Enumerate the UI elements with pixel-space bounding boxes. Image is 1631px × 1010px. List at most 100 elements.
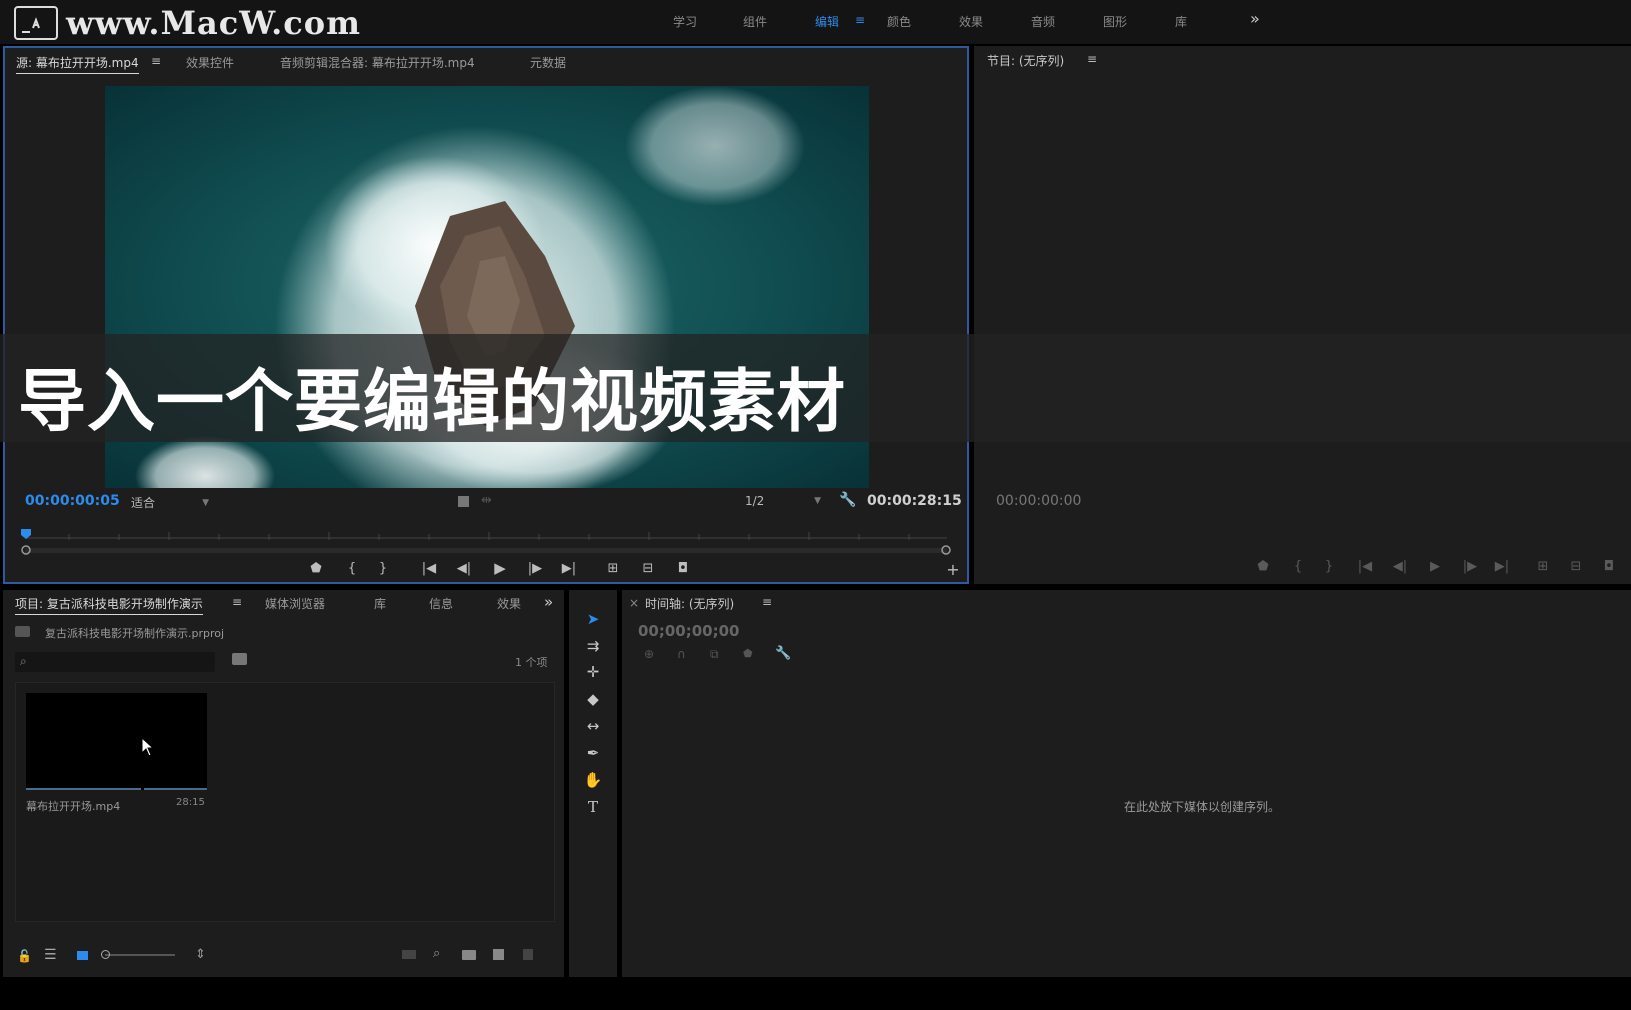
watermark-text: www.MacW.com: [66, 4, 361, 42]
workspace-color[interactable]: 颜色: [887, 13, 911, 30]
close-icon[interactable]: ×: [629, 596, 639, 610]
clip-thumbnail-progress-tail: [144, 788, 207, 790]
tab-libraries[interactable]: 库: [374, 595, 386, 612]
clip-name[interactable]: 幕布拉开开场.mp4: [26, 798, 120, 814]
mark-out-icon[interactable]: }: [372, 559, 394, 577]
workspace-effects[interactable]: 效果: [959, 13, 983, 30]
zoom-slider-handle[interactable]: [101, 950, 110, 959]
lift-icon[interactable]: ⊞: [1532, 557, 1554, 575]
tab-program[interactable]: 节目: (无序列): [987, 52, 1064, 69]
workspace-menu-icon[interactable]: ≡: [855, 13, 865, 27]
step-forward-icon[interactable]: |▶: [1459, 557, 1481, 575]
workspace-editing[interactable]: 编辑: [815, 13, 839, 30]
source-current-timecode[interactable]: 00:00:00:05: [25, 493, 120, 509]
go-to-out-icon[interactable]: ▶|: [558, 559, 580, 577]
tab-timeline[interactable]: 时间轴: (无序列): [645, 595, 734, 612]
timeline-panel-menu-icon[interactable]: ≡: [762, 595, 772, 609]
workspace-graphics[interactable]: 图形: [1103, 13, 1127, 30]
project-search-input[interactable]: ⌕: [15, 652, 215, 672]
tutorial-caption: 导入一个要编辑的视频素材: [18, 363, 847, 442]
go-to-in-icon[interactable]: |◀: [1354, 557, 1376, 575]
step-forward-icon[interactable]: |▶: [524, 559, 546, 577]
automate-to-sequence-icon[interactable]: [402, 950, 416, 959]
program-panel-menu-icon[interactable]: ≡: [1087, 52, 1097, 66]
workspace-learn[interactable]: 学习: [673, 13, 697, 30]
source-panel-menu-icon[interactable]: ≡: [151, 54, 161, 68]
razor-tool-icon[interactable]: ◆: [581, 689, 605, 709]
new-bin-from-search-icon[interactable]: [232, 653, 247, 665]
sort-icon[interactable]: ⇕: [195, 947, 206, 962]
find-icon[interactable]: ⌕: [433, 946, 440, 961]
tab-project[interactable]: 项目: 复古派科技电影开场制作演示: [15, 595, 203, 615]
export-frame-camera-icon[interactable]: ◘: [672, 559, 694, 577]
item-count: 1 个项: [515, 656, 548, 669]
hand-tool-icon[interactable]: ✋: [581, 770, 605, 790]
trash-icon[interactable]: [523, 949, 533, 960]
play-icon[interactable]: ▶: [489, 559, 511, 577]
search-icon: ⌕: [20, 654, 27, 668]
slip-tool-icon[interactable]: ↔: [581, 716, 605, 736]
new-bin-icon[interactable]: [462, 950, 476, 960]
list-view-icon[interactable]: ☰: [44, 947, 57, 963]
extract-icon[interactable]: ⊟: [1565, 557, 1587, 575]
settings-wrench-icon[interactable]: 🔧: [839, 492, 856, 508]
source-time-ruler[interactable]: [19, 526, 953, 566]
drag-video-only-icon[interactable]: [458, 496, 469, 507]
tab-effects[interactable]: 效果: [497, 595, 521, 612]
mark-in-icon[interactable]: {: [1287, 557, 1309, 575]
pen-tool-icon[interactable]: ✒: [581, 743, 605, 763]
project-panel: 项目: 复古派科技电影开场制作演示 ≡ 媒体浏览器 库 信息 效果 » 复古派科…: [3, 590, 564, 977]
play-icon[interactable]: ▶: [1424, 557, 1446, 575]
zoom-level-value: 适合: [131, 496, 156, 510]
icon-view-icon[interactable]: [77, 951, 88, 960]
go-to-out-icon[interactable]: ▶|: [1491, 557, 1513, 575]
project-panel-menu-icon[interactable]: ≡: [232, 595, 242, 609]
tab-info[interactable]: 信息: [429, 595, 453, 612]
tab-metadata[interactable]: 元数据: [530, 54, 566, 71]
workspace-audio[interactable]: 音频: [1031, 13, 1055, 30]
add-marker-icon[interactable]: ⬟: [305, 559, 327, 577]
ripple-edit-tool-icon[interactable]: ✛: [581, 662, 605, 682]
workspace-libraries[interactable]: 库: [1175, 13, 1187, 30]
project-file-name: 复古派科技电影开场制作演示.prproj: [45, 627, 225, 640]
zoom-slider[interactable]: [101, 950, 175, 959]
folder-icon: [15, 626, 30, 637]
panel-overflow-icon[interactable]: »: [544, 593, 553, 611]
workspace-assembly[interactable]: 组件: [743, 13, 767, 30]
tab-audio-clip-mixer[interactable]: 音频剪辑混合器: 幕布拉开开场.mp4: [280, 54, 475, 71]
snap-icon[interactable]: ∩: [677, 647, 686, 661]
chevron-down-icon: ▼: [814, 496, 821, 506]
tab-media-browser[interactable]: 媒体浏览器: [265, 595, 325, 612]
step-back-icon[interactable]: ◀|: [453, 559, 475, 577]
mark-out-icon[interactable]: }: [1318, 557, 1340, 575]
resolution-value: 1/2: [745, 494, 765, 508]
nest-icon[interactable]: ⊕: [644, 647, 654, 661]
tab-source[interactable]: 源: 幕布拉开开场.mp4: [16, 54, 139, 74]
insert-icon[interactable]: ⊞: [602, 559, 624, 577]
playback-resolution-select[interactable]: 1/2 ▼: [745, 494, 821, 508]
overwrite-icon[interactable]: ⊟: [637, 559, 659, 577]
step-back-icon[interactable]: ◀|: [1389, 557, 1411, 575]
lock-icon[interactable]: 🔓: [17, 949, 32, 963]
go-to-in-icon[interactable]: |◀: [418, 559, 440, 577]
add-marker-icon[interactable]: ⬟: [743, 647, 753, 660]
drag-audio-only-icon[interactable]: ⇹: [481, 493, 492, 508]
track-select-tool-icon[interactable]: ⇉: [581, 636, 605, 656]
new-item-icon[interactable]: [493, 949, 504, 960]
export-frame-camera-icon[interactable]: ◘: [1598, 557, 1620, 575]
linked-selection-icon[interactable]: ⧉: [710, 647, 719, 662]
workspace-overflow-icon[interactable]: »: [1250, 9, 1260, 28]
project-bin-area[interactable]: 幕布拉开开场.mp4 28:15: [15, 682, 555, 922]
zoom-level-select[interactable]: 适合 ▼: [131, 494, 209, 511]
drop-media-hint: 在此处放下媒体以创建序列。: [1124, 800, 1281, 814]
tab-effect-controls[interactable]: 效果控件: [186, 54, 234, 71]
clip-thumbnail[interactable]: [26, 693, 207, 790]
timeline-timecode[interactable]: 00;00;00;00: [638, 622, 740, 640]
type-tool-icon[interactable]: T: [581, 797, 605, 817]
tools-panel: ➤ ⇉ ✛ ◆ ↔ ✒ ✋ T: [569, 590, 617, 977]
add-marker-icon[interactable]: ⬟: [1252, 557, 1274, 575]
timeline-settings-wrench-icon[interactable]: 🔧: [775, 646, 791, 661]
button-editor-plus-icon[interactable]: +: [942, 560, 964, 579]
mark-in-icon[interactable]: {: [341, 559, 363, 577]
selection-tool-icon[interactable]: ➤: [581, 609, 605, 629]
